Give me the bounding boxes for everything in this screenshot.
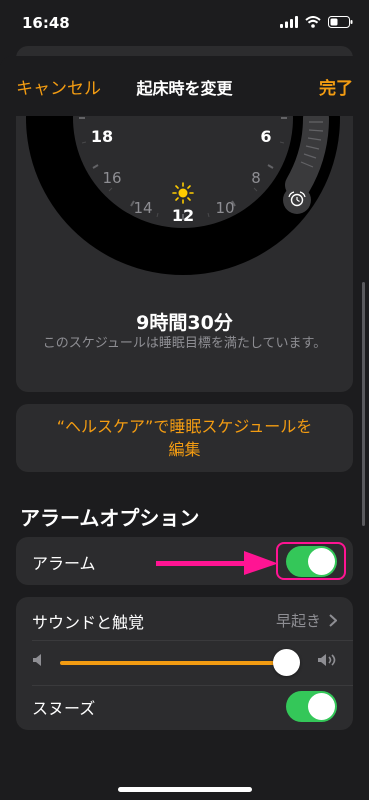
clock-label-6: 6: [260, 127, 271, 146]
clock-label-18: 18: [91, 127, 113, 146]
annotation-highlight-box: [276, 542, 346, 580]
status-icons: [280, 16, 353, 28]
sun-icon: [172, 182, 194, 204]
clock-label-14: 14: [133, 199, 152, 217]
signal-icon: [280, 16, 298, 28]
divider: [32, 685, 353, 686]
wifi-icon: [305, 16, 321, 28]
alarm-label: アラーム: [32, 554, 96, 573]
volume-low-icon: [33, 654, 41, 666]
sleep-duration: 9時間30分: [136, 312, 233, 334]
page-title: 起床時を変更: [136, 79, 233, 98]
volume-high-icon: [318, 654, 336, 666]
sound-value-text: 早起き: [275, 612, 321, 630]
annotation-arrow: [156, 551, 278, 575]
snooze-toggle-knob: [308, 693, 335, 720]
alarm-options-title: アラームオプション: [20, 506, 200, 530]
edit-in-health-label: “ヘルスケア”で睡眠スケジュールを編集: [56, 417, 313, 459]
status-bar: 16:48: [0, 0, 369, 50]
divider: [32, 640, 353, 641]
snooze-toggle[interactable]: [286, 691, 337, 722]
home-indicator: [118, 787, 252, 792]
snooze-label: スヌーズ: [32, 699, 96, 718]
clock-label-10: 10: [215, 199, 234, 217]
status-time: 16:48: [22, 14, 70, 32]
chevron-right-icon: [329, 614, 337, 627]
battery-icon: [328, 16, 353, 28]
scroll-indicator: [362, 282, 365, 526]
volume-slider-thumb[interactable]: [273, 649, 300, 676]
navigation-bar: キャンセル 起床時を変更 完了: [0, 56, 369, 116]
alarm-settings-group: サウンドと触覚 早起き スヌーズ: [16, 597, 353, 730]
clock-label-16: 16: [102, 169, 121, 187]
volume-slider-track[interactable]: [60, 661, 286, 665]
clock-label-8: 8: [251, 169, 261, 187]
sleep-goal-description: このスケジュールは睡眠目標を満たしています。: [42, 336, 327, 351]
clock-label-12: 12: [172, 206, 194, 225]
edit-in-health-button[interactable]: “ヘルスケア”で睡眠スケジュールを編集: [16, 404, 353, 472]
sound-haptics-label[interactable]: サウンドと触覚: [32, 609, 144, 633]
sound-value[interactable]: 早起き: [276, 610, 337, 631]
done-button[interactable]: 完了: [319, 74, 353, 99]
